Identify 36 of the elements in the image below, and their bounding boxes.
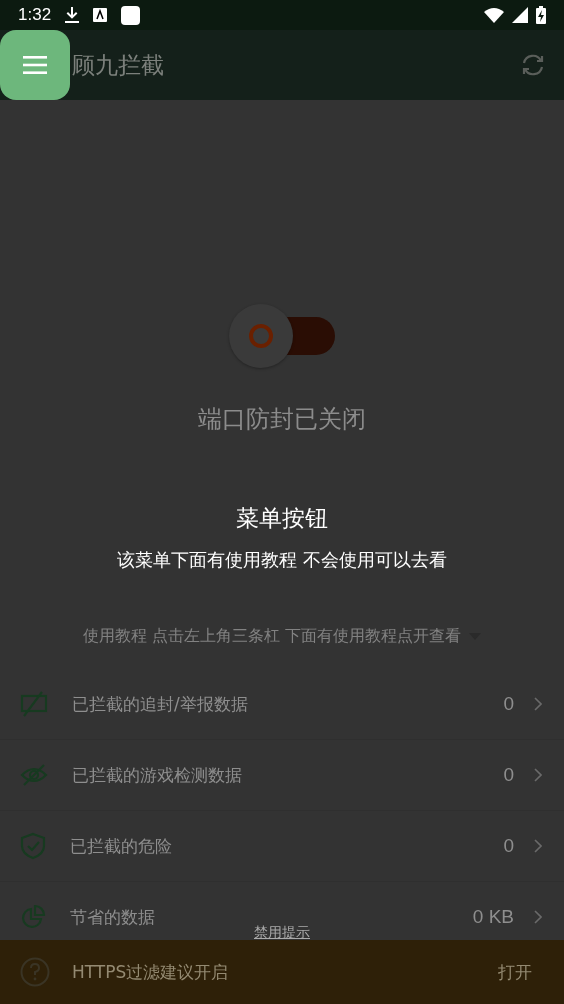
stat-label: 已拦截的追封/举报数据 — [72, 692, 249, 716]
menu-icon — [23, 56, 47, 74]
app-title: 顾九拦截 — [72, 50, 164, 80]
protection-switch[interactable] — [229, 303, 335, 369]
dismiss-link[interactable]: 禁用提示 — [254, 924, 310, 942]
protection-status: 端口防封已关闭 — [198, 404, 366, 435]
refresh-icon[interactable] — [520, 53, 546, 77]
signal-icon — [512, 7, 528, 23]
stat-value: 0 — [503, 693, 514, 715]
download-icon — [65, 7, 80, 23]
shield-check-icon — [20, 832, 46, 860]
chevron-right-icon — [534, 697, 542, 711]
pie-chart-icon — [20, 904, 46, 930]
chevron-right-icon — [534, 839, 542, 853]
stat-label: 已拦截的游戏检测数据 — [72, 763, 243, 787]
hint-text: 使用教程 点击左上角三条杠 下面有使用教程点开查看 — [82, 626, 462, 647]
tutorial-title: 菜单按钮 — [236, 504, 328, 533]
square-notification-icon — [121, 5, 141, 25]
stat-label: 已拦截的危险 — [70, 834, 173, 858]
banner-text: HTTPS过滤建议开启 — [72, 960, 230, 984]
stat-value: 0 KB — [472, 906, 514, 928]
tutorial-text: 该菜单下面有使用教程 不会使用可以去看 — [117, 548, 447, 572]
crossed-screen-icon — [20, 691, 48, 717]
help-icon — [20, 957, 50, 987]
menu-button[interactable] — [0, 30, 70, 100]
stat-value: 0 — [503, 835, 514, 857]
stat-value: 0 — [503, 764, 514, 786]
status-time: 1:32 — [18, 5, 52, 25]
chevron-right-icon — [534, 768, 542, 782]
chevron-right-icon — [534, 910, 542, 924]
crossed-eye-icon — [20, 763, 48, 787]
open-button[interactable]: 打开 — [494, 956, 536, 988]
battery-charging-icon — [536, 6, 546, 24]
stat-label: 节省的数据 — [70, 905, 156, 929]
wifi-icon — [484, 7, 504, 23]
app-notification-icon — [93, 8, 108, 22]
